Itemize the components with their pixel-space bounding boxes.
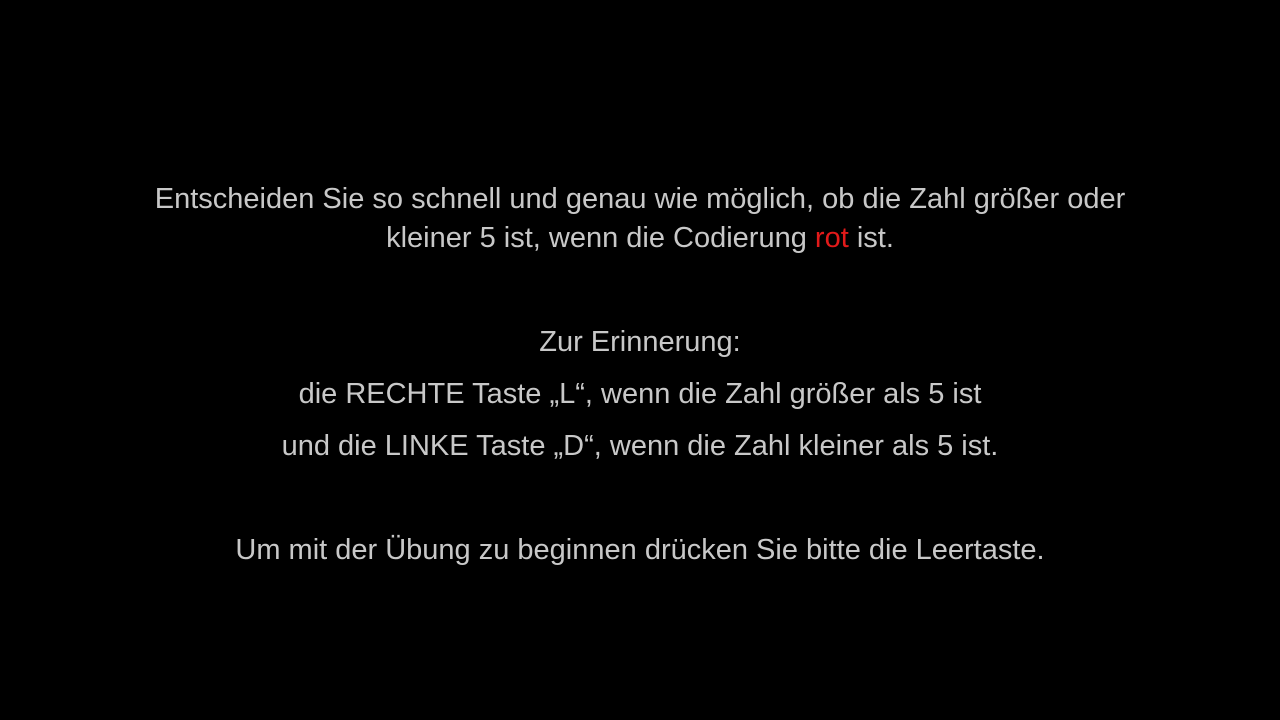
reminder-left-key: und die LINKE Taste „D“, wenn die Zahl k… [281, 430, 999, 462]
instruction-line-2: kleiner 5 ist, wenn die Codierung rot is… [0, 222, 1280, 255]
instruction-line-2-start: kleiner 5 ist, wenn die Codierung [386, 222, 815, 254]
reminder-heading: Zur Erinnerung: [539, 326, 741, 358]
color-keyword-red: rot [814, 222, 849, 254]
instruction-screen: Entscheiden Sie so schnell und genau wie… [0, 0, 1280, 720]
instruction-line-1: Entscheiden Sie so schnell und genau wie… [154, 183, 1126, 215]
reminder-right-key: die RECHTE Taste „L“, wenn die Zahl größ… [298, 378, 982, 410]
instruction-line-2-end: ist. [848, 222, 894, 254]
start-prompt: Um mit der Übung zu beginnen drücken Sie… [235, 534, 1045, 566]
